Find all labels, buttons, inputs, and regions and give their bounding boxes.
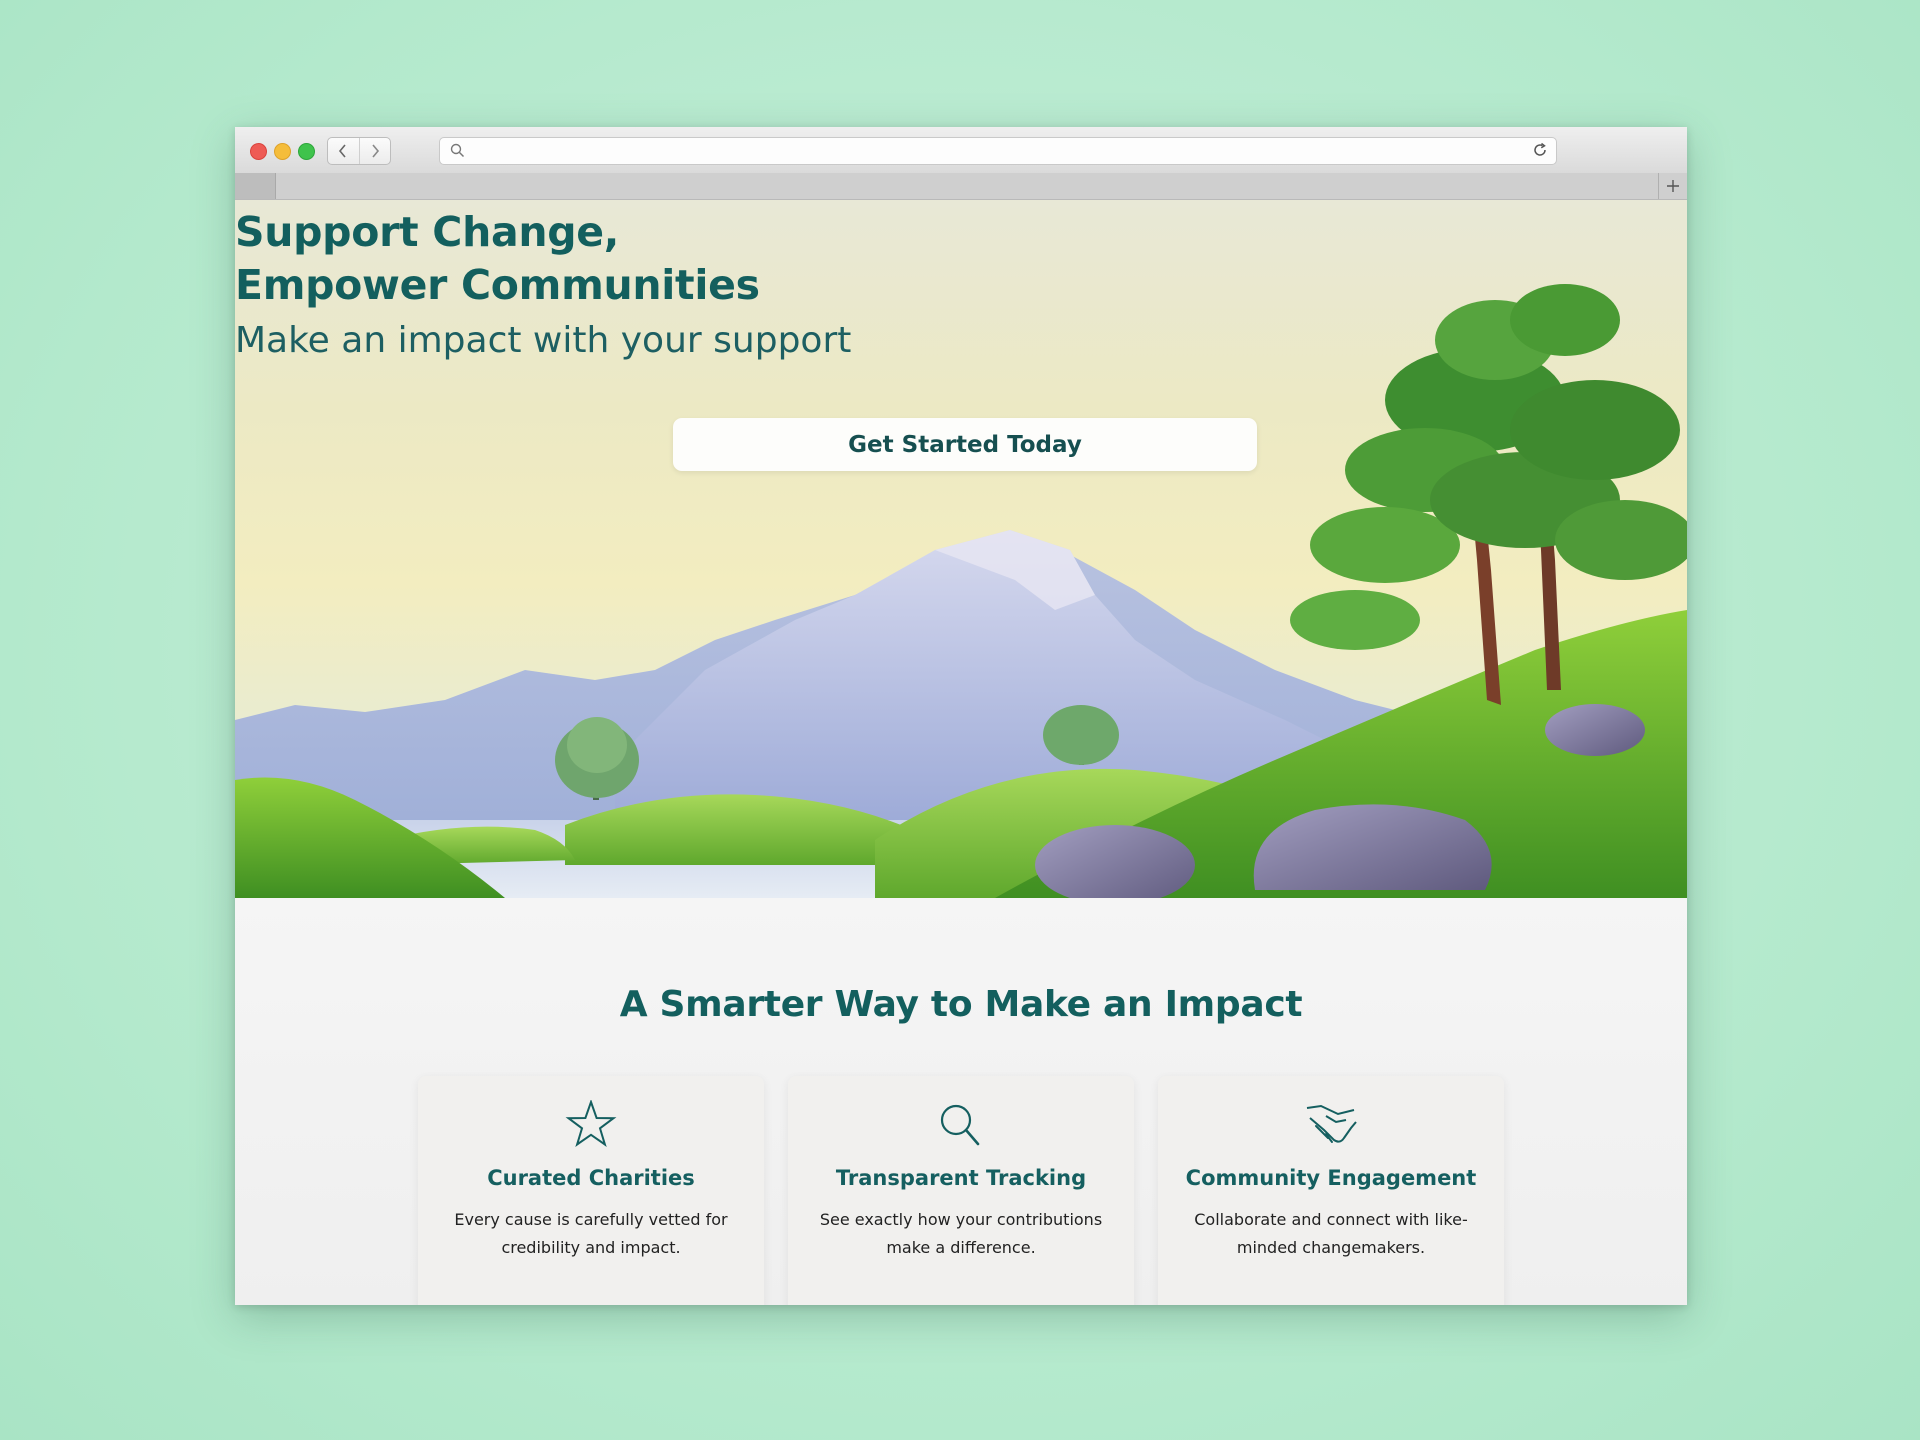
hero-section: Support Change, Empower Communities Make…: [235, 200, 1687, 898]
feature-card-curated-charities: Curated Charities Every cause is careful…: [418, 1076, 764, 1305]
address-bar[interactable]: [439, 137, 1557, 165]
minimize-window-button[interactable]: [274, 143, 291, 160]
distant-tree: [1043, 705, 1119, 765]
maximize-window-button[interactable]: [298, 143, 315, 160]
back-button[interactable]: [328, 138, 359, 164]
back-icon: [339, 144, 346, 158]
forward-icon: [372, 144, 379, 158]
hero-title-line-1: Support Change,: [235, 208, 620, 256]
tab[interactable]: [235, 173, 276, 199]
handshake-icon: [1306, 1104, 1357, 1143]
plus-icon: [1667, 180, 1679, 192]
new-tab-button[interactable]: [1658, 173, 1687, 199]
reload-icon[interactable]: [1532, 142, 1548, 158]
feature-card-transparent-tracking: Transparent Tracking See exactly how you…: [788, 1076, 1134, 1305]
magnifier-icon: [940, 1104, 980, 1146]
forward-button[interactable]: [358, 138, 391, 164]
navigation-buttons: [327, 137, 391, 165]
feature-card-title: Transparent Tracking: [835, 1166, 1087, 1190]
features-section: A Smarter Way to Make an Impact Curated …: [235, 898, 1687, 1305]
hero-title-line-2: Empower Communities: [235, 261, 760, 309]
feature-card-description: See exactly how your contributions make …: [819, 1210, 1103, 1257]
address-input[interactable]: [470, 141, 1524, 161]
tab-bar: [235, 173, 1687, 200]
search-icon: [450, 143, 465, 158]
page-viewport: Support Change, Empower Communities Make…: [235, 200, 1687, 1305]
feature-card-description: Every cause is carefully vetted for cred…: [454, 1210, 728, 1257]
feature-card-title: Community Engagement: [1185, 1166, 1477, 1190]
browser-window: Support Change, Empower Communities Make…: [235, 127, 1687, 1305]
close-window-button[interactable]: [250, 143, 267, 160]
feature-card-community-engagement: Community Engagement Collaborate and con…: [1158, 1076, 1504, 1305]
rock: [1545, 704, 1645, 756]
feature-card-title: Curated Charities: [487, 1166, 695, 1190]
browser-titlebar: [235, 127, 1687, 174]
hero-title: Support Change, Empower Communities: [235, 206, 1687, 312]
features-title: A Smarter Way to Make an Impact: [619, 984, 1303, 1025]
star-icon: [565, 1100, 617, 1147]
get-started-button[interactable]: Get Started Today: [673, 418, 1257, 471]
hero-subtitle: Make an impact with your support: [235, 320, 852, 361]
feature-card-description: Collaborate and connect with like-minded…: [1194, 1210, 1468, 1257]
